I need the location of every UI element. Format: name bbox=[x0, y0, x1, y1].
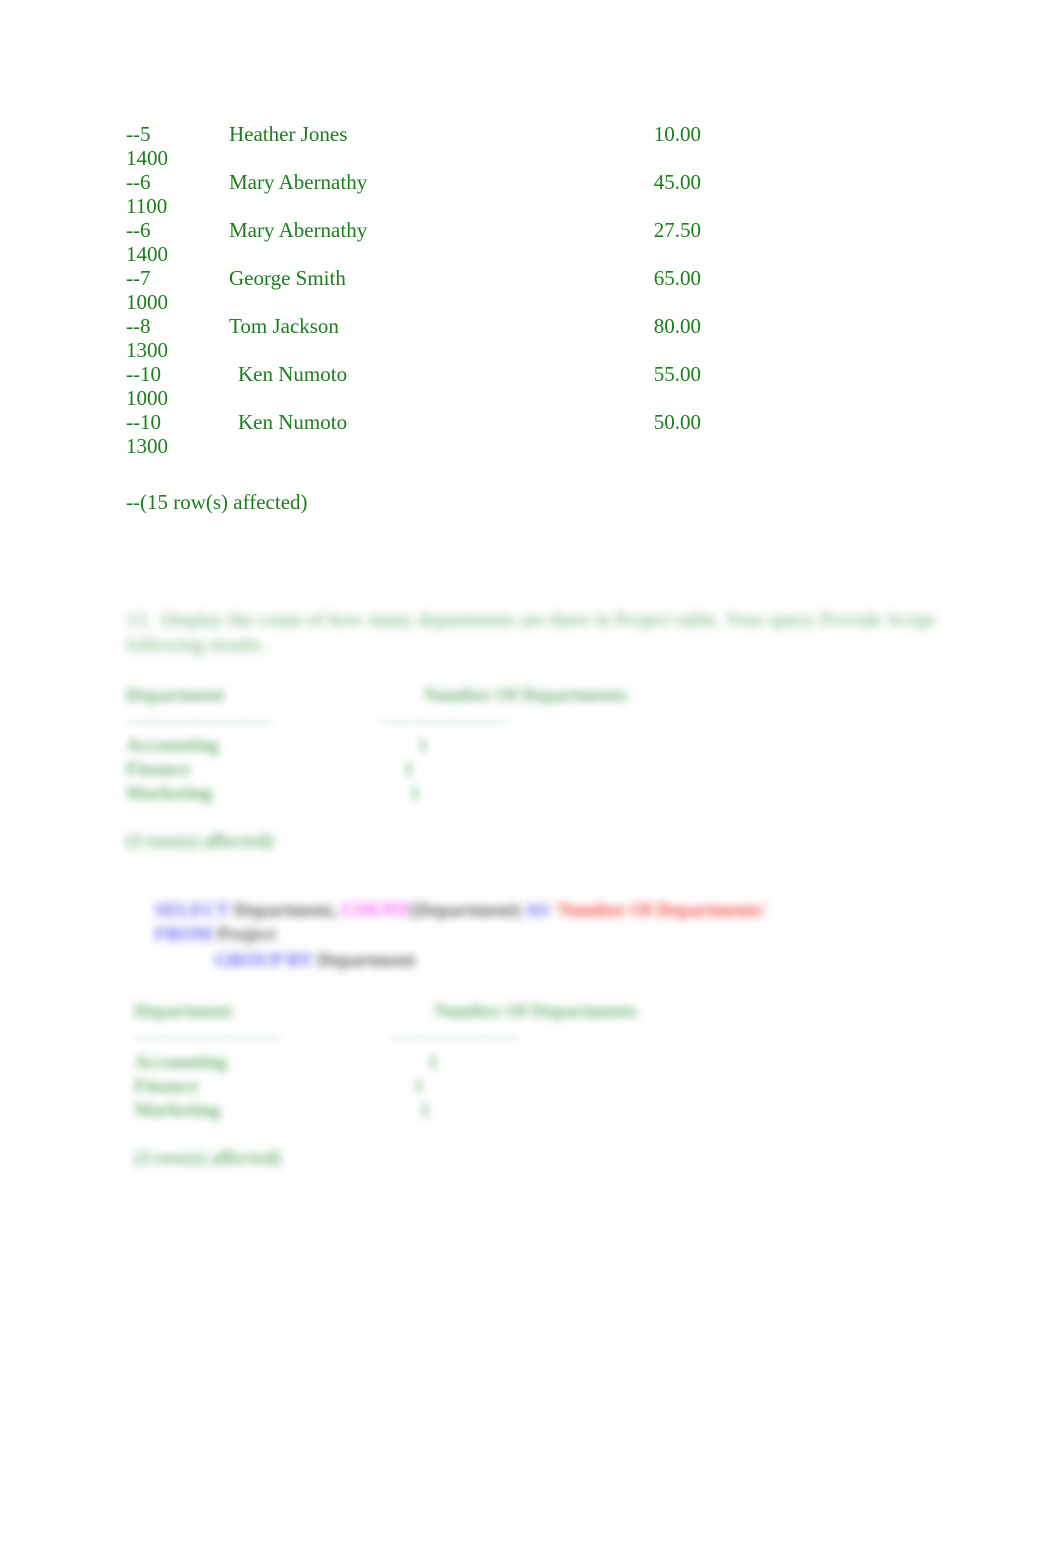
question-number: 13. bbox=[126, 609, 151, 631]
table-row: --6 Mary Abernathy 27.50 1400 bbox=[126, 218, 946, 266]
result1-row-department: Finance bbox=[126, 759, 191, 780]
row-employee-name: George Smith bbox=[229, 266, 346, 290]
question-text: 13. Display the count of how many depart… bbox=[126, 608, 946, 658]
rows-affected-status: --(15 row(s) affected) bbox=[126, 490, 308, 514]
row-id: --5 bbox=[126, 122, 151, 146]
result1-header-department: Department bbox=[126, 685, 225, 706]
row-department-number: 1300 bbox=[126, 338, 168, 362]
row-employee-name: Tom Jackson bbox=[229, 314, 339, 338]
sql-from-line: FROM Project bbox=[126, 902, 277, 968]
result1-row-department: Accounting bbox=[126, 735, 219, 756]
row-employee-name: Ken Numoto bbox=[238, 362, 348, 386]
result1-row-count: 1 bbox=[418, 735, 428, 756]
row-id: --8 bbox=[126, 314, 151, 338]
sql-keyword-select: SELECT bbox=[154, 900, 234, 921]
sql-select-line: SELECT Department, COUNT(Department) AS … bbox=[126, 878, 768, 944]
row-employee-name: Mary Abernathy bbox=[229, 218, 368, 242]
question-body: Display the count of how many department… bbox=[126, 609, 935, 656]
sql-table-project: Project bbox=[217, 924, 277, 945]
document-page: --5 Heather Jones 10.00 1400 --6 Mary Ab… bbox=[0, 0, 1062, 1561]
table-row: --10 Ken Numoto 50.00 1300 bbox=[126, 410, 946, 458]
result2-rows-affected: (3 row(s) affected) bbox=[134, 1148, 282, 1169]
result2-row-count: 1 bbox=[414, 1076, 424, 1097]
row-amount: 55.00 bbox=[653, 362, 701, 386]
result1-separator-right: ---------------------- bbox=[380, 711, 509, 732]
table-row: --5 Heather Jones 10.00 1400 bbox=[126, 122, 946, 170]
row-department-number: 1000 bbox=[126, 386, 168, 410]
row-department-number: 1300 bbox=[126, 434, 168, 458]
result2-header-department: Department bbox=[134, 1001, 233, 1022]
result2-header-count: Number Of Departments bbox=[434, 1001, 638, 1022]
row-department-number: 1400 bbox=[126, 242, 168, 266]
row-id: --10 bbox=[126, 362, 161, 386]
row-amount: 80.00 bbox=[653, 314, 701, 338]
row-department-number: 1100 bbox=[126, 194, 168, 218]
row-amount: 45.00 bbox=[653, 170, 701, 194]
sql-keyword-by: BY bbox=[286, 950, 318, 971]
result2-row-department: Finance bbox=[134, 1076, 199, 1097]
result1-header-count: Number Of Departments bbox=[424, 685, 628, 706]
row-amount: 65.00 bbox=[653, 266, 701, 290]
row-employee-name: Ken Numoto bbox=[238, 410, 348, 434]
result2-row-department: Accounting bbox=[134, 1052, 227, 1073]
row-id: --10 bbox=[126, 410, 161, 434]
sql-keyword-as: AS bbox=[524, 900, 554, 921]
result2-row-count: 1 bbox=[428, 1052, 438, 1073]
result1-row-count: 1 bbox=[410, 783, 420, 804]
row-id: --6 bbox=[126, 170, 151, 194]
sql-groupby-line: GROUP BY Department bbox=[186, 928, 416, 994]
sql-count-argument: (Department) bbox=[410, 900, 525, 921]
row-amount: 50.00 bbox=[653, 410, 701, 434]
row-amount: 10.00 bbox=[653, 122, 701, 146]
result1-row-count: 1 bbox=[404, 759, 414, 780]
result2-row-count: 1 bbox=[420, 1100, 430, 1121]
result1-separator-left: ------------------------- bbox=[126, 711, 272, 732]
table-row: --6 Mary Abernathy 45.00 1100 bbox=[126, 170, 946, 218]
sql-alias-string: 'Number Of Departments' bbox=[553, 900, 768, 921]
row-department-number: 1400 bbox=[126, 146, 168, 170]
row-department-number: 1000 bbox=[126, 290, 168, 314]
query-result-listing: --5 Heather Jones 10.00 1400 --6 Mary Ab… bbox=[126, 122, 946, 458]
sql-function-count: COUNT bbox=[341, 900, 411, 921]
sql-column-department: Department, bbox=[233, 900, 342, 921]
table-row: --10 Ken Numoto 55.00 1000 bbox=[126, 362, 946, 410]
sql-keyword-from: FROM bbox=[154, 924, 218, 945]
result2-row-department: Marketing bbox=[134, 1100, 221, 1121]
row-employee-name: Heather Jones bbox=[229, 122, 348, 146]
table-row: --7 George Smith 65.00 1000 bbox=[126, 266, 946, 314]
row-employee-name: Mary Abernathy bbox=[229, 170, 368, 194]
result2-separator-left: ------------------------- bbox=[134, 1027, 280, 1048]
result1-row-department: Marketing bbox=[126, 783, 213, 804]
row-id: --7 bbox=[126, 266, 151, 290]
row-amount: 27.50 bbox=[653, 218, 701, 242]
sql-keyword-group: GROUP bbox=[214, 950, 287, 971]
row-id: --6 bbox=[126, 218, 151, 242]
table-row: --8 Tom Jackson 80.00 1300 bbox=[126, 314, 946, 362]
result2-separator-right: ---------------------- bbox=[390, 1027, 519, 1048]
sql-groupby-column: Department bbox=[317, 950, 416, 971]
result1-rows-affected: (3 row(s) affected) bbox=[126, 831, 274, 852]
